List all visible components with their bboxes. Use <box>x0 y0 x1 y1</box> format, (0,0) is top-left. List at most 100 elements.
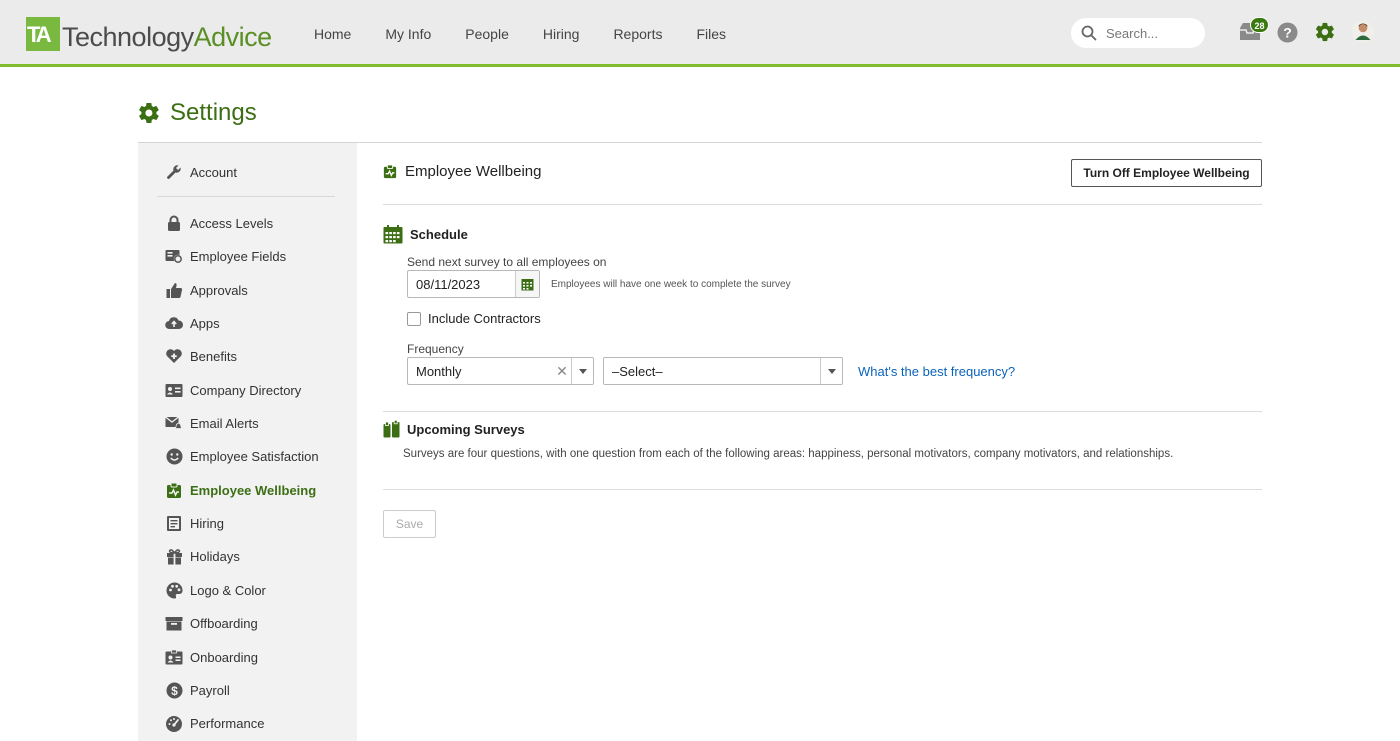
sidebar-item-label: Performance <box>190 715 265 731</box>
sidebar-item-label: Onboarding <box>190 649 258 665</box>
main-nav: Home My Info People Hiring Reports Files <box>297 0 743 67</box>
sidebar-item-label: Holidays <box>190 548 240 564</box>
sidebar-item-label: Account <box>190 164 237 180</box>
sidebar-item-employee-satisfaction[interactable]: Employee Satisfaction <box>164 445 319 467</box>
mail-alert-icon <box>164 414 184 432</box>
survey-clipboard-icon <box>383 420 400 438</box>
settings-gear-icon[interactable] <box>1314 21 1336 43</box>
sidebar-item-approvals[interactable]: Approvals <box>164 279 248 301</box>
sidebar-item-onboarding[interactable]: Onboarding <box>164 646 258 668</box>
sidebar-item-logo-color[interactable]: Logo & Color <box>164 579 266 601</box>
sidebar-item-employee-wellbeing[interactable]: Employee Wellbeing <box>164 479 316 501</box>
sidebar-item-benefits[interactable]: Benefits <box>164 345 237 367</box>
chevron-down-icon[interactable] <box>820 358 842 384</box>
sidebar-item-email-alerts[interactable]: Email Alerts <box>164 412 259 434</box>
logo-text-technology: Technology <box>62 22 194 52</box>
thumbs-up-icon <box>164 281 184 299</box>
sidebar-item-label: Employee Wellbeing <box>190 482 317 498</box>
sidebar-item-label: Apps <box>190 315 220 331</box>
frequency-detail-select[interactable]: –Select– <box>603 357 843 385</box>
inbox-count-badge: 28 <box>1250 17 1269 33</box>
search-icon <box>1081 25 1097 41</box>
wellbeing-icon <box>164 481 184 499</box>
schedule-heading: Schedule <box>383 225 468 244</box>
page-title: Settings <box>137 99 257 127</box>
sidebar-item-hiring[interactable]: Hiring <box>164 512 224 534</box>
company-logo[interactable]: TA TechnologyAdvice <box>26 13 272 53</box>
sidebar-item-apps[interactable]: Apps <box>164 312 220 334</box>
save-button[interactable]: Save <box>383 510 436 538</box>
user-avatar[interactable] <box>1352 20 1374 43</box>
clear-icon[interactable]: ✕ <box>553 363 571 380</box>
section-divider <box>383 204 1262 205</box>
nav-files[interactable]: Files <box>679 26 743 42</box>
send-date-input[interactable] <box>408 276 516 292</box>
include-contractors-label: Include Contractors <box>428 311 541 326</box>
date-picker-calendar-icon[interactable] <box>515 271 539 297</box>
sidebar-item-employee-fields[interactable]: Employee Fields <box>164 245 286 267</box>
sidebar-item-label: Employee Fields <box>190 248 287 264</box>
frequency-select[interactable]: Monthly ✕ <box>407 357 594 385</box>
logo-mark: TA <box>26 17 60 51</box>
sidebar-item-holidays[interactable]: Holidays <box>164 545 240 567</box>
palette-icon <box>164 581 184 599</box>
completion-hint: Employees will have one week to complete… <box>551 279 791 290</box>
section-heading-employee-wellbeing: Employee Wellbeing <box>383 163 541 180</box>
sidebar-item-offboarding[interactable]: Offboarding <box>164 612 258 634</box>
wrench-icon <box>164 163 184 181</box>
help-icon[interactable]: ? <box>1277 22 1298 43</box>
frequency-label: Frequency <box>407 342 464 356</box>
calendar-icon <box>383 225 403 244</box>
send-date-field[interactable] <box>407 270 540 298</box>
settings-sidebar: Account Access Levels Employee Fields Ap… <box>138 143 357 741</box>
top-navigation-bar: TA TechnologyAdvice Home My Info People … <box>0 0 1400 67</box>
include-contractors-checkbox[interactable] <box>407 311 421 326</box>
upcoming-surveys-heading: Upcoming Surveys <box>383 420 525 438</box>
settings-gear-icon <box>139 102 159 124</box>
send-date-label: Send next survey to all employees on <box>407 255 607 269</box>
gift-icon <box>164 547 184 565</box>
clipboard-icon <box>164 514 184 532</box>
nav-reports[interactable]: Reports <box>596 26 679 42</box>
sidebar-item-label: Access Levels <box>190 215 274 231</box>
logo-text: TechnologyAdvice <box>62 22 272 53</box>
box-icon <box>164 614 184 632</box>
page-title-text: Settings <box>170 99 257 126</box>
section-heading-text: Employee Wellbeing <box>405 163 542 180</box>
gauge-icon <box>164 714 184 732</box>
upcoming-surveys-heading-text: Upcoming Surveys <box>407 421 525 437</box>
heart-plus-icon <box>164 347 184 365</box>
search-box[interactable] <box>1071 18 1205 48</box>
sidebar-item-label: Logo & Color <box>190 582 266 598</box>
address-book-icon <box>164 381 184 399</box>
sidebar-item-label: Benefits <box>190 348 237 364</box>
sidebar-item-company-directory[interactable]: Company Directory <box>164 379 301 401</box>
frequency-detail-select-value: –Select– <box>612 363 663 379</box>
sidebar-item-label: Payroll <box>190 682 230 698</box>
dollar-icon: $ <box>164 681 184 699</box>
sidebar-item-payroll[interactable]: $ Payroll <box>164 679 230 701</box>
frequency-select-value: Monthly <box>416 363 462 379</box>
upcoming-surveys-description: Surveys are four questions, with one que… <box>403 448 1174 460</box>
cloud-upload-icon <box>164 314 184 332</box>
sidebar-item-label: Company Directory <box>190 382 302 398</box>
nav-hiring[interactable]: Hiring <box>526 26 597 42</box>
chevron-down-icon[interactable] <box>571 358 593 384</box>
badge-card-icon <box>164 648 184 666</box>
sidebar-item-account[interactable]: Account <box>164 161 237 183</box>
nav-home[interactable]: Home <box>297 26 368 42</box>
best-frequency-link[interactable]: What's the best frequency? <box>858 364 1015 379</box>
sidebar-item-label: Email Alerts <box>190 415 259 431</box>
svg-text:$: $ <box>171 684 178 698</box>
nav-people[interactable]: People <box>448 26 526 42</box>
section-divider <box>383 411 1262 412</box>
sidebar-item-label: Hiring <box>190 515 224 531</box>
sidebar-divider <box>157 196 335 197</box>
sidebar-item-access-levels[interactable]: Access Levels <box>164 212 273 234</box>
wellbeing-icon <box>383 164 397 179</box>
sidebar-item-performance[interactable]: Performance <box>164 712 264 734</box>
turn-off-wellbeing-button[interactable]: Turn Off Employee Wellbeing <box>1071 159 1262 187</box>
nav-my-info[interactable]: My Info <box>368 26 448 42</box>
id-card-icon <box>164 247 184 265</box>
search-input[interactable] <box>1106 25 1196 41</box>
